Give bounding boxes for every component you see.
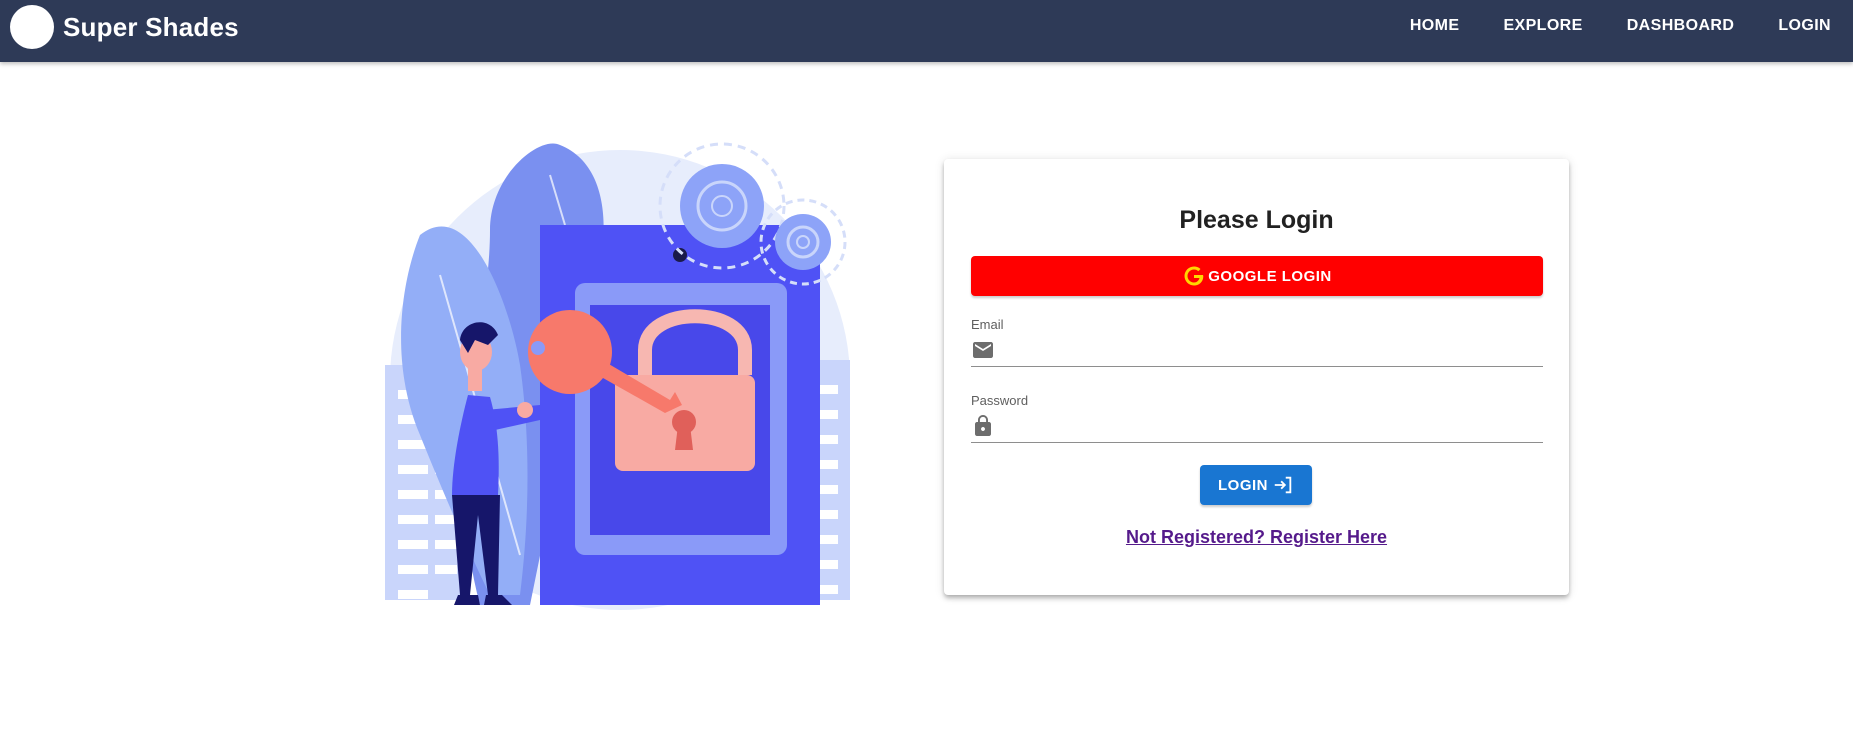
google-login-label: GOOGLE LOGIN [1208,267,1332,285]
nav-login[interactable]: LOGIN [1756,17,1853,35]
google-login-button[interactable]: GOOGLE LOGIN [971,256,1543,296]
email-field-group: Email [971,317,1543,367]
password-label: Password [971,393,1029,408]
nav-home[interactable]: HOME [1388,17,1482,35]
register-link[interactable]: Not Registered? Register Here [944,527,1569,548]
password-field-group: Password [971,393,1543,443]
brand-name[interactable]: Super Shades [63,12,239,43]
app-bar: Super Shades HOME EXPLORE DASHBOARD LOGI… [0,0,1853,62]
login-illustration [385,142,850,610]
logo[interactable] [10,5,54,49]
email-field-row [971,336,1543,367]
page-title: Please Login [1179,206,1334,234]
mail-icon [973,342,993,358]
google-icon [1184,266,1204,286]
nav-dashboard[interactable]: DASHBOARD [1605,17,1757,35]
password-field-row [971,412,1543,443]
login-submit-label: LOGIN [1218,476,1268,494]
lock-icon [975,415,991,436]
login-arrow-icon [1274,476,1292,494]
nav-explore[interactable]: EXPLORE [1481,17,1604,35]
email-label: Email [971,317,1004,332]
password-input[interactable] [1007,412,1541,442]
email-input[interactable] [1007,336,1541,366]
top-nav: HOME EXPLORE DASHBOARD LOGIN [1388,0,1853,52]
login-submit-button[interactable]: LOGIN [1200,465,1312,505]
login-card: Please Login GOOGLE LOGIN Email Password… [944,159,1569,595]
